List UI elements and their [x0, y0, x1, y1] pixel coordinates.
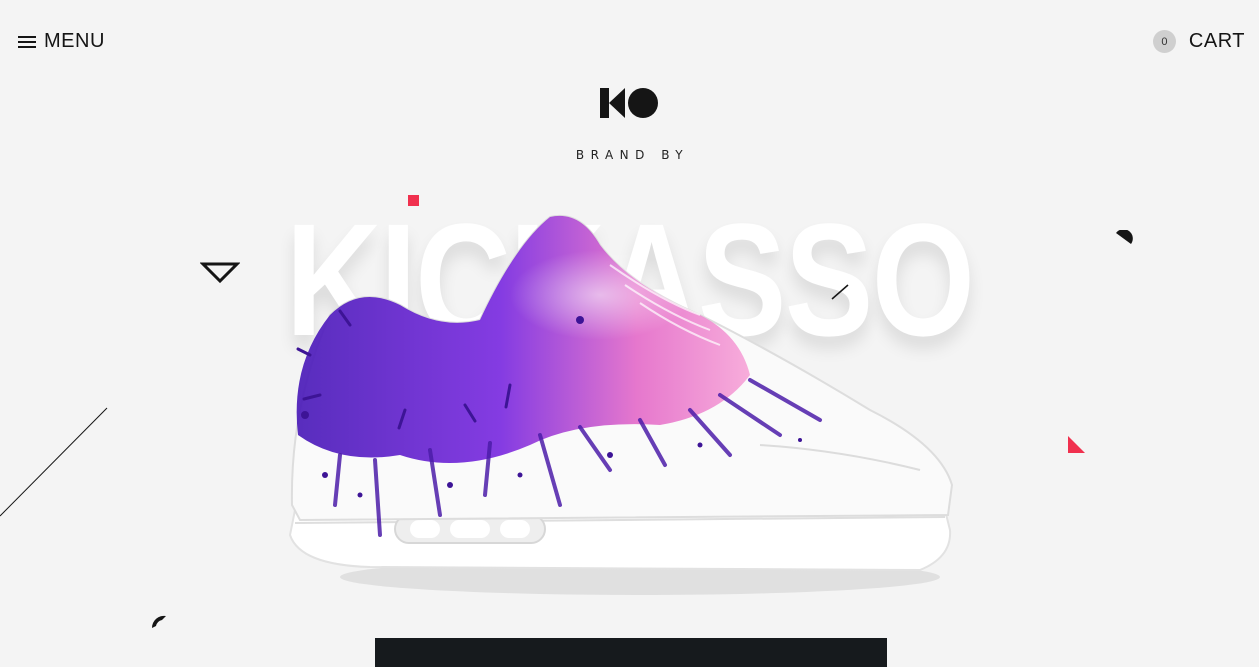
red-triangle-shape — [1068, 436, 1085, 453]
hero-page: MENU 0 CART BRAND BY KICKASSO — [0, 0, 1259, 667]
menu-button[interactable]: MENU — [18, 30, 105, 53]
cart-count-badge: 0 — [1152, 30, 1176, 53]
small-leaf-shape — [151, 615, 166, 628]
cart-label: CART — [1188, 30, 1245, 52]
brand-by-label: BRAND BY — [575, 148, 690, 162]
triangle-outline-shape — [200, 262, 240, 284]
menu-label: MENU — [44, 30, 105, 52]
hamburger-icon — [18, 35, 36, 48]
half-circle-shape — [1116, 230, 1133, 244]
diagonal-line-shape — [0, 407, 108, 517]
cart-button[interactable]: 0 CART — [1152, 30, 1245, 53]
ko-logo[interactable] — [600, 88, 658, 118]
splatter-sneaker-image — [288, 214, 954, 595]
cta-bar[interactable] — [375, 638, 887, 667]
